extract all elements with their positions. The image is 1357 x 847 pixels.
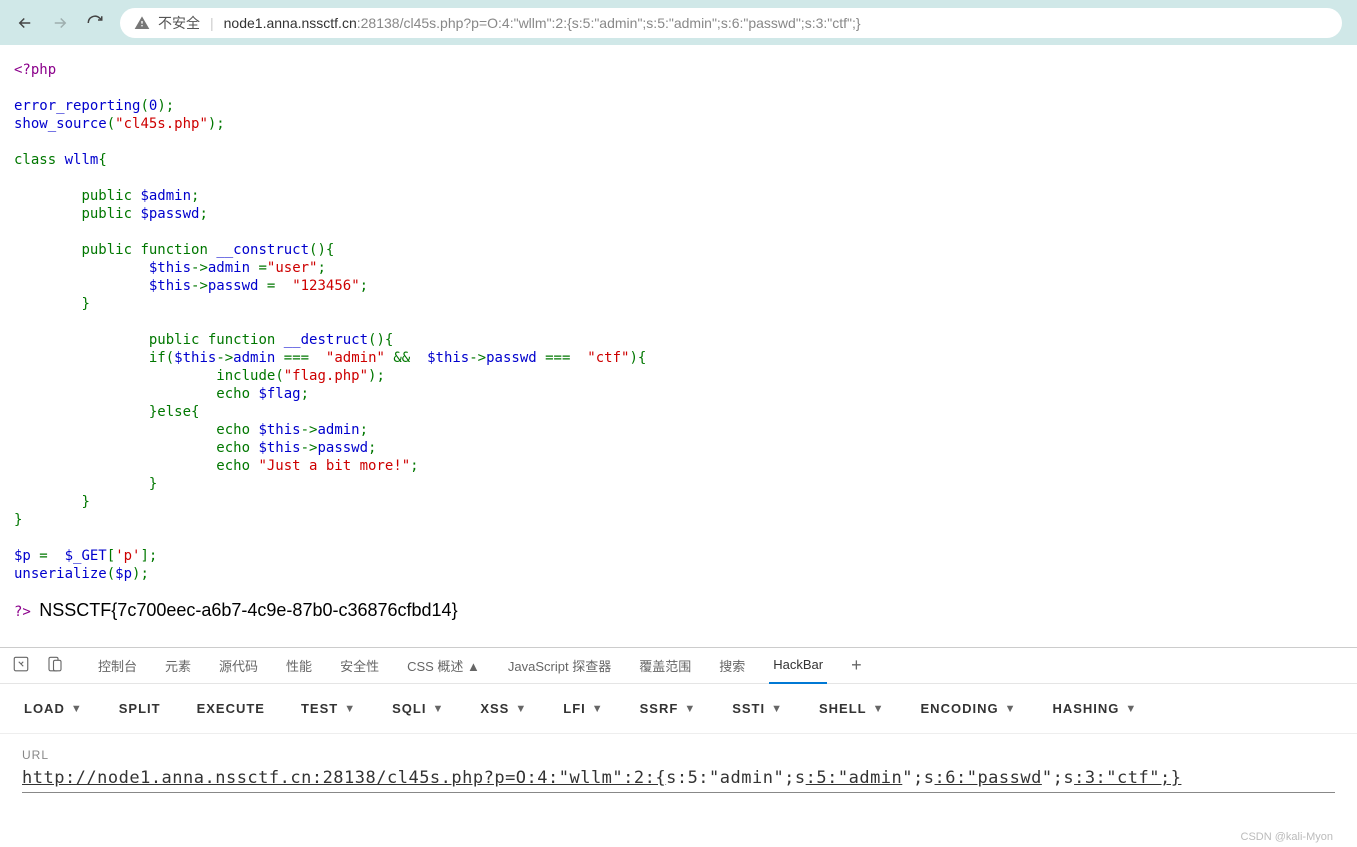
caret-down-icon: ▼ xyxy=(873,703,885,715)
hackbar-split[interactable]: SPLIT xyxy=(119,701,161,716)
address-bar[interactable]: 不安全 | node1.anna.nssctf.cn:28138/cl45s.p… xyxy=(120,8,1342,38)
insecure-icon: 不安全 xyxy=(134,13,200,33)
hackbar-encoding[interactable]: ENCODING ▼ xyxy=(921,701,1017,716)
forward-button[interactable] xyxy=(50,13,70,33)
tab-console[interactable]: 控制台 xyxy=(94,648,141,684)
refresh-button[interactable] xyxy=(85,13,105,33)
hackbar-hashing[interactable]: HASHING ▼ xyxy=(1052,701,1137,716)
devtools-tabs: 控制台 元素 源代码 性能 安全性 CSS 概述 ▲ JavaScript 探查… xyxy=(0,648,1357,684)
hackbar-sqli[interactable]: SQLI ▼ xyxy=(392,701,444,716)
hackbar-url-area: URL http://node1.anna.nssctf.cn:28138/cl… xyxy=(0,734,1357,807)
caret-down-icon: ▼ xyxy=(771,703,783,715)
caret-down-icon: ▼ xyxy=(432,703,444,715)
caret-down-icon: ▼ xyxy=(1125,703,1137,715)
tab-js-profiler[interactable]: JavaScript 探查器 xyxy=(504,648,615,684)
hackbar-url-input[interactable]: http://node1.anna.nssctf.cn:28138/cl45s.… xyxy=(22,768,1335,793)
inspect-icon[interactable] xyxy=(12,655,30,676)
device-icon[interactable] xyxy=(46,655,64,676)
hackbar-shell[interactable]: SHELL ▼ xyxy=(819,701,885,716)
caret-down-icon: ▼ xyxy=(71,703,83,715)
tab-coverage[interactable]: 覆盖范围 xyxy=(635,648,695,684)
tab-css-overview[interactable]: CSS 概述 ▲ xyxy=(403,648,484,684)
tab-performance[interactable]: 性能 xyxy=(282,648,316,684)
insecure-label: 不安全 xyxy=(158,13,200,33)
hackbar-load[interactable]: LOAD ▼ xyxy=(24,701,83,716)
page-content: <?php error_reporting(0); show_source("c… xyxy=(0,45,1357,647)
flag-output: NSSCTF{7c700eec-a6b7-4c9e-87b0-c36876cfb… xyxy=(39,600,457,620)
caret-down-icon: ▼ xyxy=(592,703,604,715)
tab-hackbar[interactable]: HackBar xyxy=(769,648,827,684)
tab-elements[interactable]: 元素 xyxy=(161,648,195,684)
hackbar-toolbar: LOAD ▼ SPLIT EXECUTE TEST ▼ SQLI ▼ XSS ▼ LFI ▼… xyxy=(0,684,1357,734)
url-text: node1.anna.nssctf.cn:28138/cl45s.php?p=O… xyxy=(224,15,861,31)
hackbar-ssti[interactable]: SSTI ▼ xyxy=(732,701,783,716)
add-tab-button[interactable]: + xyxy=(851,655,862,676)
browser-toolbar: 不安全 | node1.anna.nssctf.cn:28138/cl45s.p… xyxy=(0,0,1357,45)
hackbar-lfi[interactable]: LFI ▼ xyxy=(563,701,603,716)
devtools-panel: 控制台 元素 源代码 性能 安全性 CSS 概述 ▲ JavaScript 探查… xyxy=(0,647,1357,847)
back-button[interactable] xyxy=(15,13,35,33)
caret-down-icon: ▼ xyxy=(344,703,356,715)
hackbar-xss[interactable]: XSS ▼ xyxy=(480,701,527,716)
caret-down-icon: ▼ xyxy=(1005,703,1017,715)
caret-down-icon: ▼ xyxy=(684,703,696,715)
hackbar-execute[interactable]: EXECUTE xyxy=(197,701,265,716)
hackbar-test[interactable]: TEST ▼ xyxy=(301,701,356,716)
watermark: CSDN @kali-Myon xyxy=(1241,831,1333,843)
hackbar-ssrf[interactable]: SSRF ▼ xyxy=(640,701,697,716)
tab-sources[interactable]: 源代码 xyxy=(215,648,262,684)
tab-security[interactable]: 安全性 xyxy=(336,648,383,684)
caret-down-icon: ▼ xyxy=(515,703,527,715)
url-label: URL xyxy=(22,748,1335,762)
tab-search[interactable]: 搜索 xyxy=(715,648,749,684)
